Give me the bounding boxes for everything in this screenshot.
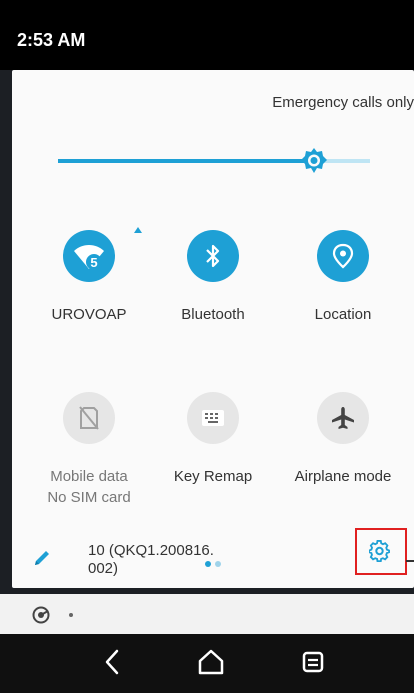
edit-icon[interactable] [32, 548, 52, 568]
tile-sub-mobile-data: No SIM card [47, 489, 131, 506]
page-dot-active [205, 561, 211, 567]
no-sim-icon [79, 406, 99, 430]
tile-mobile-data[interactable]: Mobile data No SIM card [24, 392, 154, 508]
wifi-icon: 5 [74, 245, 104, 270]
tile-label-wifi: UROVOAP [51, 306, 127, 323]
wifi-expand-icon[interactable] [134, 227, 142, 233]
home-icon[interactable] [196, 646, 226, 678]
bluetooth-icon [206, 244, 220, 268]
brightness-slider-fill [58, 159, 314, 163]
build-number-line2: 002) [88, 560, 119, 577]
tile-bluetooth[interactable]: Bluetooth [148, 230, 278, 325]
page-dot [215, 561, 221, 567]
navigation-bar [0, 634, 414, 693]
tile-location[interactable]: Location [278, 230, 408, 325]
status-time: 2:53 AM [17, 30, 86, 50]
build-number[interactable]: 10 (QKQ1.200816. 002) [88, 542, 214, 578]
page-indicator [205, 554, 225, 572]
quick-settings-panel: Emergency calls only 5 UROVOAP Bluetooth… [12, 70, 414, 588]
status-bar: 2:53 AM [0, 0, 414, 70]
tile-wifi[interactable]: 5 UROVOAP [24, 227, 154, 325]
airplane-toggle[interactable] [317, 392, 369, 444]
mobile-data-toggle[interactable] [63, 392, 115, 444]
tile-label-location: Location [314, 306, 372, 323]
back-icon[interactable] [100, 646, 124, 678]
notification-app-icon [32, 606, 50, 624]
tile-label-bluetooth: Bluetooth [181, 306, 245, 323]
emergency-calls-text: Emergency calls only [272, 94, 414, 111]
notification-more-dot [69, 613, 73, 617]
airplane-icon [332, 407, 354, 429]
edge-marker [406, 560, 414, 562]
location-toggle[interactable] [317, 230, 369, 282]
keyboard-icon [202, 410, 224, 426]
location-icon [332, 243, 354, 269]
bluetooth-toggle[interactable] [187, 230, 239, 282]
recents-icon[interactable] [300, 646, 326, 678]
wifi-toggle[interactable]: 5 [63, 230, 115, 282]
build-number-line1: 10 (QKQ1.200816. [88, 542, 214, 559]
tile-key-remap[interactable]: Key Remap [148, 392, 278, 487]
settings-gear-icon[interactable] [369, 540, 391, 562]
tile-airplane-mode[interactable]: Airplane mode [278, 392, 408, 487]
brightness-slider[interactable] [58, 148, 370, 173]
tile-label-airplane-mode: Airplane mode [294, 468, 392, 485]
tile-label-mobile-data: Mobile data [50, 468, 128, 485]
tile-label-key-remap: Key Remap [173, 468, 253, 485]
notification-strip[interactable] [0, 594, 414, 634]
wifi-badge: 5 [90, 255, 97, 270]
brightness-icon[interactable] [300, 147, 328, 175]
key-remap-toggle[interactable] [187, 392, 239, 444]
